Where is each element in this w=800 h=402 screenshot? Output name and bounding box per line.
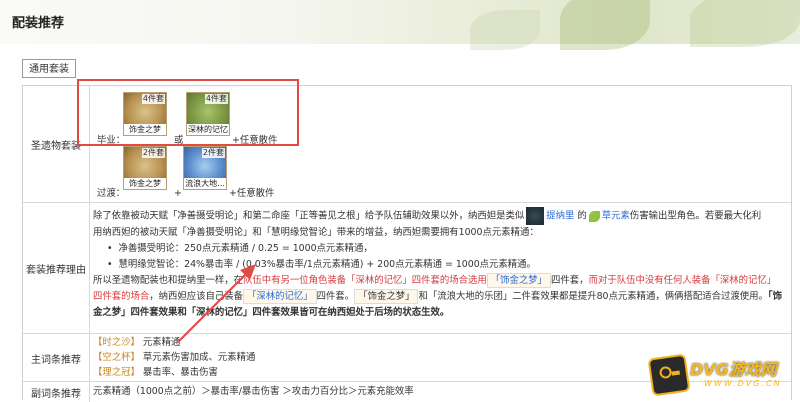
- annotation-arrow-icon: [177, 264, 256, 343]
- watermark-brand: DVG游戏网: [690, 360, 777, 379]
- gamepad-icon: [647, 353, 691, 397]
- watermark: DVG游戏网 WWW.DVG.CN: [647, 352, 795, 398]
- watermark-domain: WWW.DVG.CN: [704, 379, 782, 388]
